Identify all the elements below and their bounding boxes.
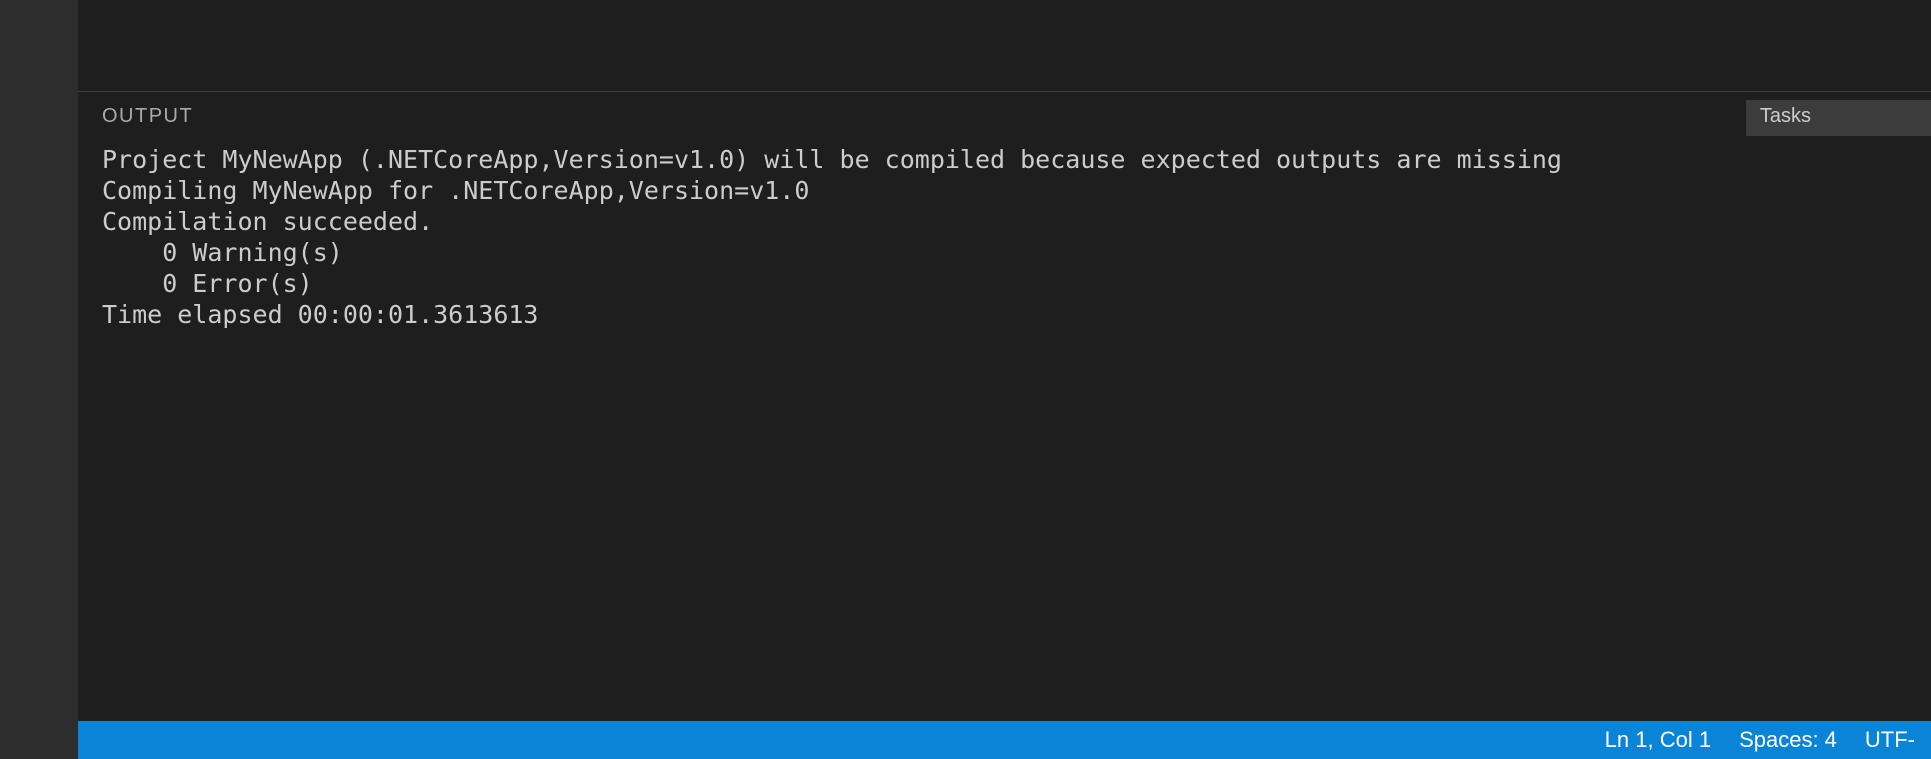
status-bar: Ln 1, Col 1 Spaces: 4 UTF- (78, 721, 1931, 759)
activity-bar (0, 0, 78, 759)
app-root: OUTPUT Tasks Project MyNewApp (.NETCoreA… (0, 0, 1931, 759)
panel-tab-output[interactable]: OUTPUT (102, 105, 193, 128)
status-cursor-position[interactable]: Ln 1, Col 1 (1605, 727, 1711, 753)
status-encoding[interactable]: UTF- (1865, 727, 1915, 753)
output-line: Project MyNewApp (.NETCoreApp,Version=v1… (102, 145, 1562, 174)
panel-header-right: Tasks (1746, 100, 1931, 136)
main-column: OUTPUT Tasks Project MyNewApp (.NETCoreA… (78, 0, 1931, 759)
output-line: Compiling MyNewApp for .NETCoreApp,Versi… (102, 176, 809, 205)
output-body[interactable]: Project MyNewApp (.NETCoreApp,Version=v1… (78, 140, 1931, 721)
output-panel: OUTPUT Tasks Project MyNewApp (.NETCoreA… (78, 92, 1931, 721)
output-channel-select[interactable]: Tasks (1746, 100, 1931, 136)
output-line: Time elapsed 00:00:01.3613613 (102, 300, 539, 329)
output-line: 0 Warning(s) (102, 238, 343, 267)
status-bar-right: Ln 1, Col 1 Spaces: 4 UTF- (1605, 727, 1919, 753)
output-text: Project MyNewApp (.NETCoreApp,Version=v1… (102, 144, 1907, 330)
panel-header: OUTPUT Tasks (78, 92, 1931, 140)
status-indentation[interactable]: Spaces: 4 (1739, 727, 1837, 753)
editor-area[interactable] (78, 0, 1931, 92)
output-line: Compilation succeeded. (102, 207, 433, 236)
output-line: 0 Error(s) (102, 269, 313, 298)
